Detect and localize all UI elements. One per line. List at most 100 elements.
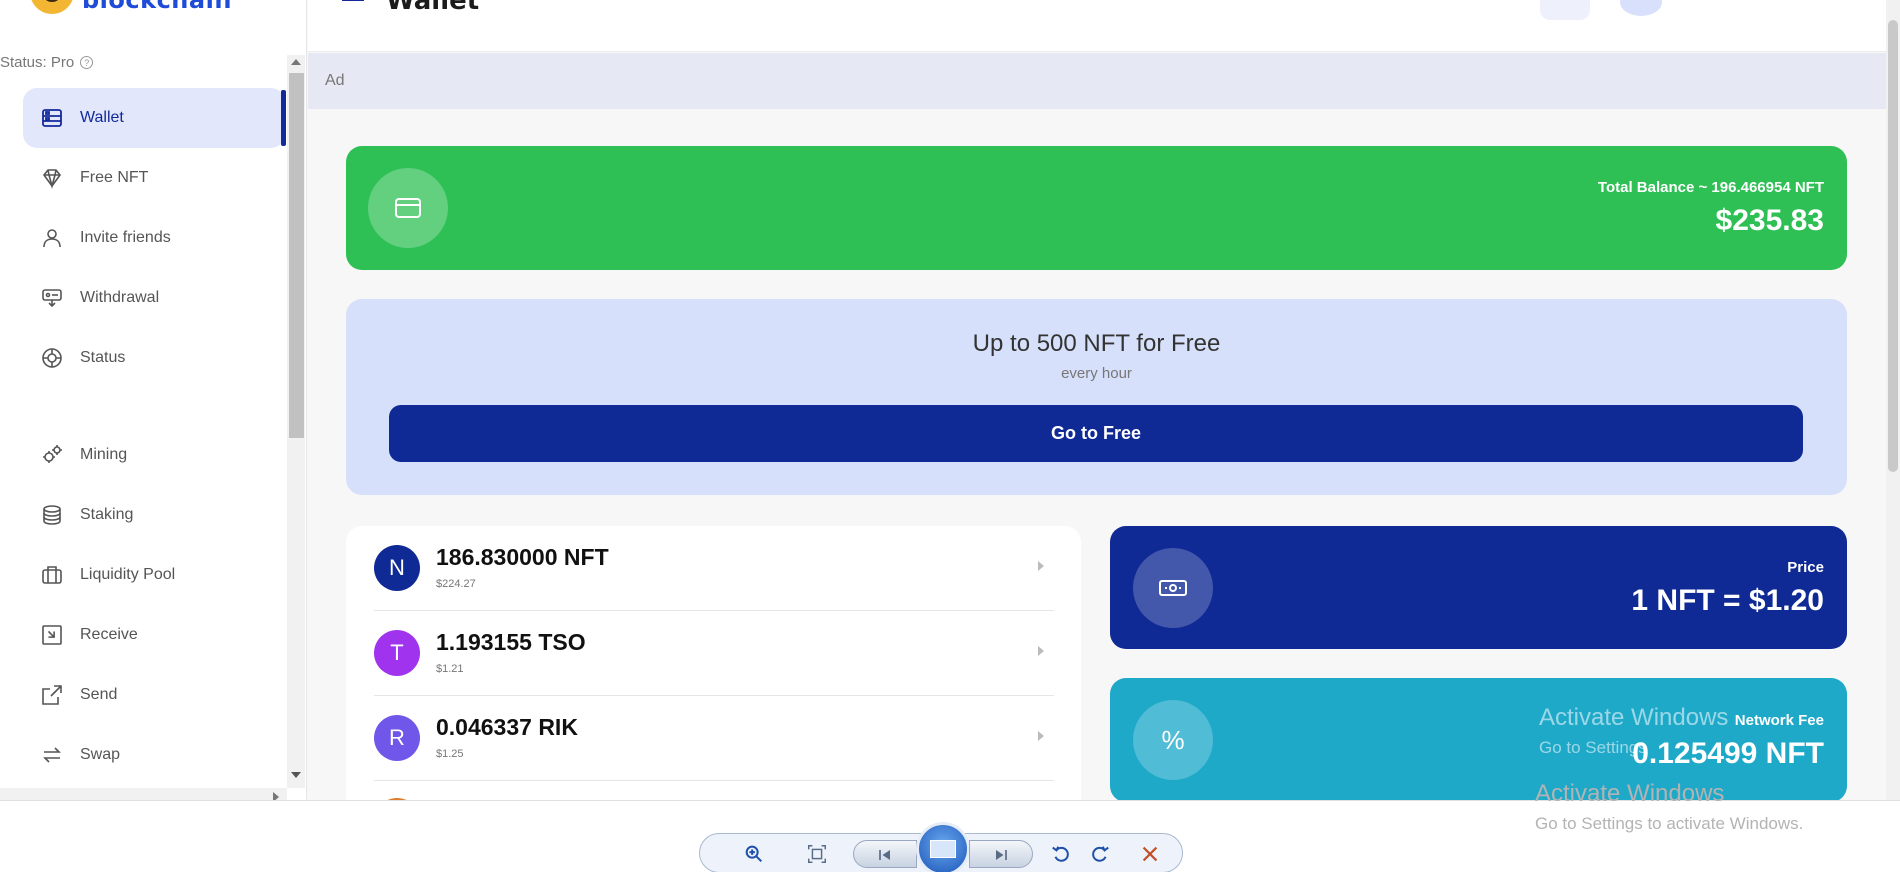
price-card: Price 1 NFT = $1.20	[1110, 526, 1847, 649]
promo-subtitle: every hour	[1061, 365, 1132, 382]
fit-to-window-button[interactable]	[804, 842, 830, 866]
page-title: Wallet	[386, 0, 480, 16]
zoom-button[interactable]	[734, 842, 774, 866]
asset-avatar: N	[374, 545, 420, 591]
sidebar-item-label: Withdrawal	[80, 289, 160, 306]
sidebar-item-mining[interactable]: Mining	[23, 425, 285, 485]
previous-icon	[879, 850, 890, 860]
asset-row-nft[interactable]: N 186.830000 NFT $224.27	[374, 526, 1054, 611]
logo[interactable]: blockchain	[30, 0, 232, 14]
network-fee-value: 0.125499 NFT	[1632, 737, 1824, 770]
chevron-right-icon	[1038, 646, 1044, 656]
withdrawal-icon	[40, 286, 64, 310]
asset-usd-value: $1.21	[436, 663, 464, 675]
delete-button[interactable]	[1137, 842, 1163, 866]
page-scrollbar[interactable]	[1886, 0, 1900, 800]
asset-row-tso[interactable]: T 1.193155 TSO $1.21	[374, 611, 1054, 696]
menu-icon[interactable]	[342, 0, 364, 4]
delete-icon	[1142, 846, 1158, 862]
rotate-right-button[interactable]	[1087, 842, 1113, 866]
activate-windows-subtext: Go to Settings	[1539, 738, 1647, 757]
asset-amount: 0.046337 RIK	[436, 714, 578, 740]
cash-icon	[1159, 580, 1187, 596]
scrollbar-thumb[interactable]	[289, 73, 304, 438]
gears-icon	[40, 443, 64, 467]
sidebar-item-staking[interactable]: Staking	[23, 485, 285, 545]
zoom-icon	[745, 845, 763, 863]
total-balance-value: $235.83	[1715, 204, 1824, 237]
sidebar-item-send[interactable]: Send	[23, 665, 285, 725]
sidebar-item-wallet[interactable]: Wallet	[23, 88, 286, 148]
asset-row-rik[interactable]: R 0.046337 RIK $1.25	[374, 696, 1054, 781]
help-icon[interactable]: ?	[80, 56, 94, 69]
logo-mark-icon	[30, 0, 74, 14]
previous-image-button[interactable]	[853, 840, 917, 868]
credit-card-icon	[395, 198, 421, 218]
ad-label: Ad	[325, 72, 345, 89]
asset-amount: 1.193155 TSO	[436, 629, 586, 655]
sidebar-item-label: Wallet	[80, 109, 124, 126]
sidebar-item-free-nft[interactable]: Free NFT	[23, 148, 285, 208]
rotate-right-icon	[1092, 846, 1109, 862]
sidebar-item-label: Liquidity Pool	[80, 566, 176, 583]
viewer-toolbar	[699, 822, 1183, 872]
sidebar-item-withdrawal[interactable]: Withdrawal	[23, 268, 285, 328]
balance-info: Total Balance ~ 196.466954 NFT $235.83	[1598, 179, 1824, 238]
logo-text: blockchain	[82, 0, 232, 14]
chevron-right-icon	[1038, 731, 1044, 741]
go-to-free-button[interactable]: Go to Free	[389, 405, 1803, 462]
status-line: Status: Pro ?	[0, 54, 94, 71]
asset-usd-value: $224.27	[436, 578, 476, 590]
receive-icon	[40, 623, 64, 647]
price-value: 1 NFT = $1.20	[1631, 584, 1824, 617]
fit-window-icon	[808, 845, 826, 863]
assets-list: N 186.830000 NFT $224.27 T 1.193155 TSO …	[346, 526, 1081, 806]
status-text: Status: Pro	[0, 54, 75, 71]
diamond-icon	[40, 166, 64, 190]
scroll-up-arrow-icon[interactable]	[291, 59, 301, 65]
rotate-left-icon	[1052, 846, 1069, 862]
activate-windows-watermark: Activate Windows	[1539, 704, 1729, 731]
sidebar-item-label: Staking	[80, 506, 134, 523]
percent-icon: %	[1161, 724, 1185, 755]
card-icon-circle	[368, 168, 448, 248]
asset-avatar: R	[374, 715, 420, 761]
notifications-button[interactable]	[1540, 0, 1590, 20]
scroll-down-arrow-icon[interactable]	[291, 772, 301, 778]
sidebar-item-invite-friends[interactable]: Invite friends	[23, 208, 285, 268]
free-nft-promo-card: Up to 500 NFT for Free every hour Go to …	[346, 299, 1847, 495]
slideshow-button[interactable]	[916, 822, 970, 872]
avatar[interactable]	[1620, 0, 1662, 16]
coins-icon	[40, 503, 64, 527]
sidebar-item-swap[interactable]: Swap	[23, 725, 285, 785]
send-icon	[40, 683, 64, 707]
total-balance-label: Total Balance ~ 196.466954 NFT	[1597, 179, 1824, 196]
sidebar-item-label: Swap	[80, 746, 121, 763]
network-fee-card: % Network Fee 0.125499 NFT Activate Wind…	[1110, 678, 1847, 802]
sidebar-item-status[interactable]: Status	[23, 328, 285, 388]
sidebar-item-label: Status	[80, 349, 126, 366]
total-balance-card: Total Balance ~ 196.466954 NFT $235.83	[346, 146, 1847, 270]
top-header: Wallet	[308, 0, 1888, 52]
user-icon	[40, 226, 64, 250]
page-scrollbar-thumb[interactable]	[1888, 20, 1898, 472]
price-icon-circle	[1133, 548, 1213, 628]
sidebar-item-receive[interactable]: Receive	[23, 605, 285, 665]
chevron-right-icon	[1038, 561, 1044, 571]
fee-icon-circle: %	[1133, 700, 1213, 780]
rotate-left-button[interactable]	[1048, 842, 1074, 866]
image-viewer-bar: Activate Windows Go to Settings to activ…	[0, 780, 1900, 872]
sidebar-item-label: Receive	[80, 626, 138, 643]
ad-banner: Ad	[308, 53, 1888, 109]
next-image-button[interactable]	[969, 840, 1033, 868]
price-label: Price	[1787, 559, 1824, 576]
asset-amount: 186.830000 NFT	[436, 544, 609, 570]
activate-windows-subtext-2: Go to Settings to activate Windows.	[1535, 814, 1804, 833]
sidebar-scrollbar[interactable]	[287, 55, 305, 788]
sidebar: blockchain Status: Pro ? Wallet Free NFT…	[0, 0, 307, 805]
sidebar-item-label: Free NFT	[80, 169, 149, 186]
promo-title: Up to 500 NFT for Free	[972, 330, 1221, 357]
sidebar-item-liquidity-pool[interactable]: Liquidity Pool	[23, 545, 285, 605]
swap-icon	[40, 743, 64, 767]
activate-windows-watermark-2: Activate Windows	[1535, 780, 1725, 807]
